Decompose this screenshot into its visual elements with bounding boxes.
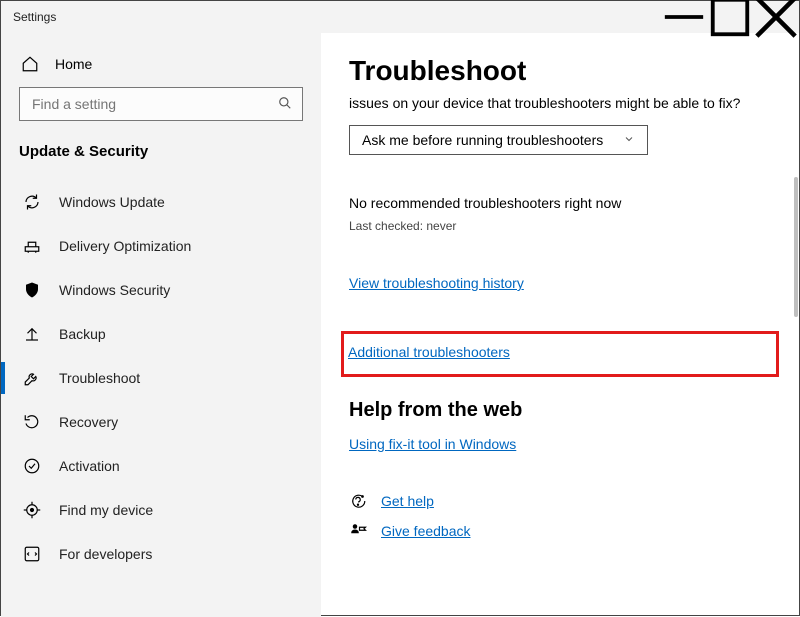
location-icon [23,501,41,519]
sidebar-item-label: Windows Security [59,282,170,298]
minimize-button[interactable] [661,1,707,33]
sidebar-item-label: Activation [59,458,120,474]
backup-icon [23,325,41,343]
home-icon [21,55,39,73]
page-title: Troubleshoot [349,55,771,87]
nav-list: Windows Update Delivery Optimization Win… [1,180,321,576]
sidebar-item-label: Delivery Optimization [59,238,191,254]
search-icon [278,96,292,113]
refresh-icon [23,193,41,211]
sidebar-item-recovery[interactable]: Recovery [1,400,321,444]
sidebar-item-windows-security[interactable]: Windows Security [1,268,321,312]
sidebar-item-find-my-device[interactable]: Find my device [1,488,321,532]
sidebar-item-label: Backup [59,326,106,342]
sidebar-item-label: Find my device [59,502,153,518]
last-checked-text: Last checked: never [349,219,771,233]
sidebar-item-label: For developers [59,546,152,562]
sidebar-item-activation[interactable]: Activation [1,444,321,488]
sidebar-item-label: Recovery [59,414,118,430]
help-heading: Help from the web [349,399,771,422]
sidebar-item-windows-update[interactable]: Windows Update [1,180,321,224]
section-title: Update & Security [1,137,321,174]
sidebar-item-label: Troubleshoot [59,370,140,386]
maximize-button[interactable] [707,1,753,33]
sidebar-item-for-developers[interactable]: For developers [1,532,321,576]
dropdown-value: Ask me before running troubleshooters [362,132,603,148]
sidebar-item-delivery-optimization[interactable]: Delivery Optimization [1,224,321,268]
sidebar-item-troubleshoot[interactable]: Troubleshoot [1,356,321,400]
get-help-icon [349,492,367,510]
shield-icon [23,281,41,299]
link-view-history[interactable]: View troubleshooting history [349,275,771,291]
link-additional-troubleshooters[interactable]: Additional troubleshooters [348,344,772,360]
developers-icon [23,545,41,563]
content-pane: Troubleshoot issues on your device that … [321,33,799,617]
delivery-icon [23,237,41,255]
titlebar: Settings [1,1,799,33]
search-container [19,87,303,121]
scrollbar-thumb[interactable] [794,177,798,317]
window-title: Settings [13,10,56,24]
link-give-feedback[interactable]: Give feedback [381,523,471,539]
feedback-icon [349,522,367,540]
home-button[interactable]: Home [1,45,321,83]
chevron-down-icon [623,132,635,148]
sidebar-item-backup[interactable]: Backup [1,312,321,356]
link-fixit-tool[interactable]: Using fix-it tool in Windows [349,436,771,452]
sidebar-item-label: Windows Update [59,194,165,210]
sidebar: Home Update & Security Windows Update [1,33,321,617]
get-help-row[interactable]: Get help [349,492,771,510]
close-button[interactable] [753,1,799,33]
wrench-icon [23,369,41,387]
home-label: Home [55,56,92,72]
activation-icon [23,457,41,475]
recovery-icon [23,413,41,431]
give-feedback-row[interactable]: Give feedback [349,522,771,540]
run-preference-dropdown[interactable]: Ask me before running troubleshooters [349,125,648,155]
link-get-help[interactable]: Get help [381,493,434,509]
no-recommended-text: No recommended troubleshooters right now [349,195,771,211]
highlight-additional-troubleshooters: Additional troubleshooters [341,331,779,377]
search-input[interactable] [30,95,278,113]
page-subtitle: issues on your device that troubleshoote… [349,95,771,111]
search-box[interactable] [19,87,303,121]
